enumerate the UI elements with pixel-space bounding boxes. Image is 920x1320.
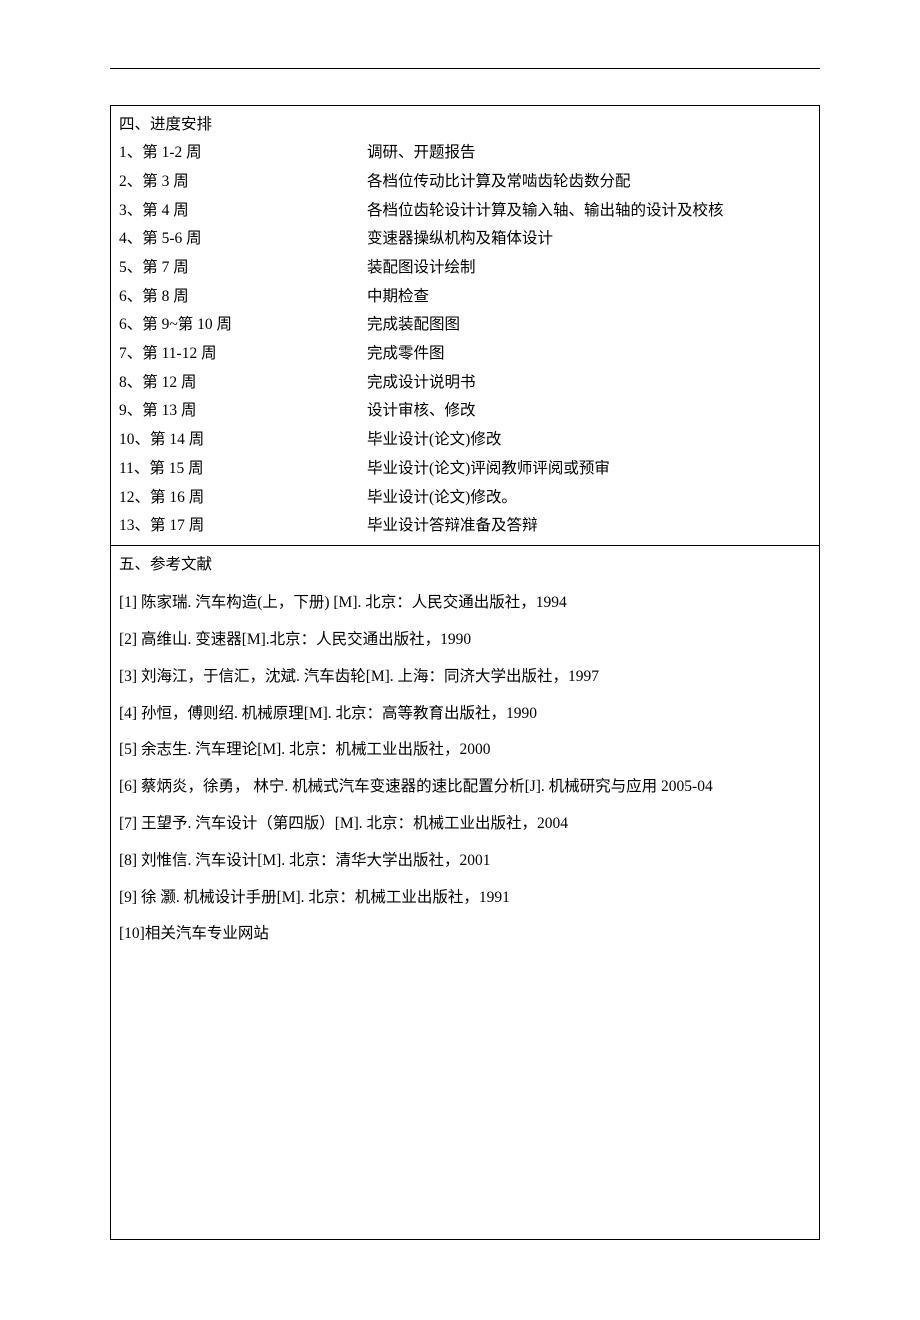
schedule-week: 7、第 11-12 周 <box>119 340 367 369</box>
schedule-row: 2、第 3 周 各档位传动比计算及常啮齿轮齿数分配 <box>119 168 811 197</box>
schedule-row: 8、第 12 周 完成设计说明书 <box>119 369 811 398</box>
schedule-task: 变速器操纵机构及箱体设计 <box>367 225 811 254</box>
schedule-row: 4、第 5-6 周 变速器操纵机构及箱体设计 <box>119 225 811 254</box>
schedule-week: 6、第 9~第 10 周 <box>119 311 367 340</box>
schedule-week: 10、第 14 周 <box>119 426 367 455</box>
schedule-week: 13、第 17 周 <box>119 512 367 541</box>
schedule-row: 6、第 9~第 10 周 完成装配图图 <box>119 311 811 340</box>
schedule-task: 毕业设计答辩准备及答辩 <box>367 512 811 541</box>
reference-item: [3] 刘海江，于信汇，沈斌. 汽车齿轮[M]. 上海：同济大学出版社，1997 <box>119 665 811 690</box>
schedule-row: 3、第 4 周 各档位齿轮设计计算及输入轴、输出轴的设计及校核 <box>119 197 811 226</box>
schedule-task: 完成设计说明书 <box>367 369 811 398</box>
schedule-task: 调研、开题报告 <box>367 139 811 168</box>
schedule-week: 6、第 8 周 <box>119 283 367 312</box>
schedule-row: 5、第 7 周 装配图设计绘制 <box>119 254 811 283</box>
schedule-task: 设计审核、修改 <box>367 397 811 426</box>
content-box: 四、进度安排 1、第 1-2 周 调研、开题报告 2、第 3 周 各档位传动比计… <box>110 105 820 1240</box>
reference-item: [7] 王望予. 汽车设计（第四版）[M]. 北京：机械工业出版社，2004 <box>119 812 811 837</box>
schedule-task: 装配图设计绘制 <box>367 254 811 283</box>
reference-item: [5] 余志生. 汽车理论[M]. 北京：机械工业出版社，2000 <box>119 738 811 763</box>
schedule-row: 12、第 16 周 毕业设计(论文)修改。 <box>119 484 811 513</box>
schedule-row: 1、第 1-2 周 调研、开题报告 <box>119 139 811 168</box>
header-rule <box>110 68 820 69</box>
schedule-task: 各档位传动比计算及常啮齿轮齿数分配 <box>367 168 811 197</box>
schedule-task: 毕业设计(论文)修改 <box>367 426 811 455</box>
schedule-week: 4、第 5-6 周 <box>119 225 367 254</box>
schedule-row: 13、第 17 周 毕业设计答辩准备及答辩 <box>119 512 811 541</box>
schedule-week: 12、第 16 周 <box>119 484 367 513</box>
schedule-week: 11、第 15 周 <box>119 455 367 484</box>
schedule-week: 2、第 3 周 <box>119 168 367 197</box>
schedule-week: 8、第 12 周 <box>119 369 367 398</box>
reference-item: [4] 孙恒，傅则绍. 机械原理[M]. 北京：高等教育出版社，1990 <box>119 702 811 727</box>
schedule-row: 11、第 15 周 毕业设计(论文)评阅教师评阅或预审 <box>119 455 811 484</box>
schedule-week: 9、第 13 周 <box>119 397 367 426</box>
schedule-task: 完成装配图图 <box>367 311 811 340</box>
schedule-task: 各档位齿轮设计计算及输入轴、输出轴的设计及校核 <box>367 197 811 226</box>
schedule-week: 3、第 4 周 <box>119 197 367 226</box>
schedule-row: 9、第 13 周 设计审核、修改 <box>119 397 811 426</box>
schedule-task: 毕业设计(论文)评阅教师评阅或预审 <box>367 455 811 484</box>
schedule-week: 5、第 7 周 <box>119 254 367 283</box>
references-title: 五、参考文献 <box>119 550 811 579</box>
reference-item: [8] 刘惟信. 汽车设计[M]. 北京：清华大学出版社，2001 <box>119 849 811 874</box>
schedule-task: 中期检查 <box>367 283 811 312</box>
reference-item: [9] 徐 灏. 机械设计手册[M]. 北京：机械工业出版社，1991 <box>119 886 811 911</box>
schedule-title: 四、进度安排 <box>119 110 811 139</box>
schedule-week: 1、第 1-2 周 <box>119 139 367 168</box>
schedule-section: 四、进度安排 1、第 1-2 周 调研、开题报告 2、第 3 周 各档位传动比计… <box>111 106 819 546</box>
schedule-row: 6、第 8 周 中期检查 <box>119 283 811 312</box>
schedule-task: 完成零件图 <box>367 340 811 369</box>
reference-item: [2] 高维山. 变速器[M].北京：人民交通出版社，1990 <box>119 628 811 653</box>
document-page: 四、进度安排 1、第 1-2 周 调研、开题报告 2、第 3 周 各档位传动比计… <box>0 0 920 1320</box>
schedule-task: 毕业设计(论文)修改。 <box>367 484 811 513</box>
reference-item: [6] 蔡炳炎，徐勇， 林宁. 机械式汽车变速器的速比配置分析[J]. 机械研究… <box>119 775 811 800</box>
reference-item: [10]相关汽车专业网站 <box>119 922 811 947</box>
schedule-row: 7、第 11-12 周 完成零件图 <box>119 340 811 369</box>
references-section: 五、参考文献 [1] 陈家瑞. 汽车构造(上，下册) [M]. 北京：人民交通出… <box>111 546 819 1239</box>
reference-item: [1] 陈家瑞. 汽车构造(上，下册) [M]. 北京：人民交通出版社，1994 <box>119 591 811 616</box>
schedule-row: 10、第 14 周 毕业设计(论文)修改 <box>119 426 811 455</box>
